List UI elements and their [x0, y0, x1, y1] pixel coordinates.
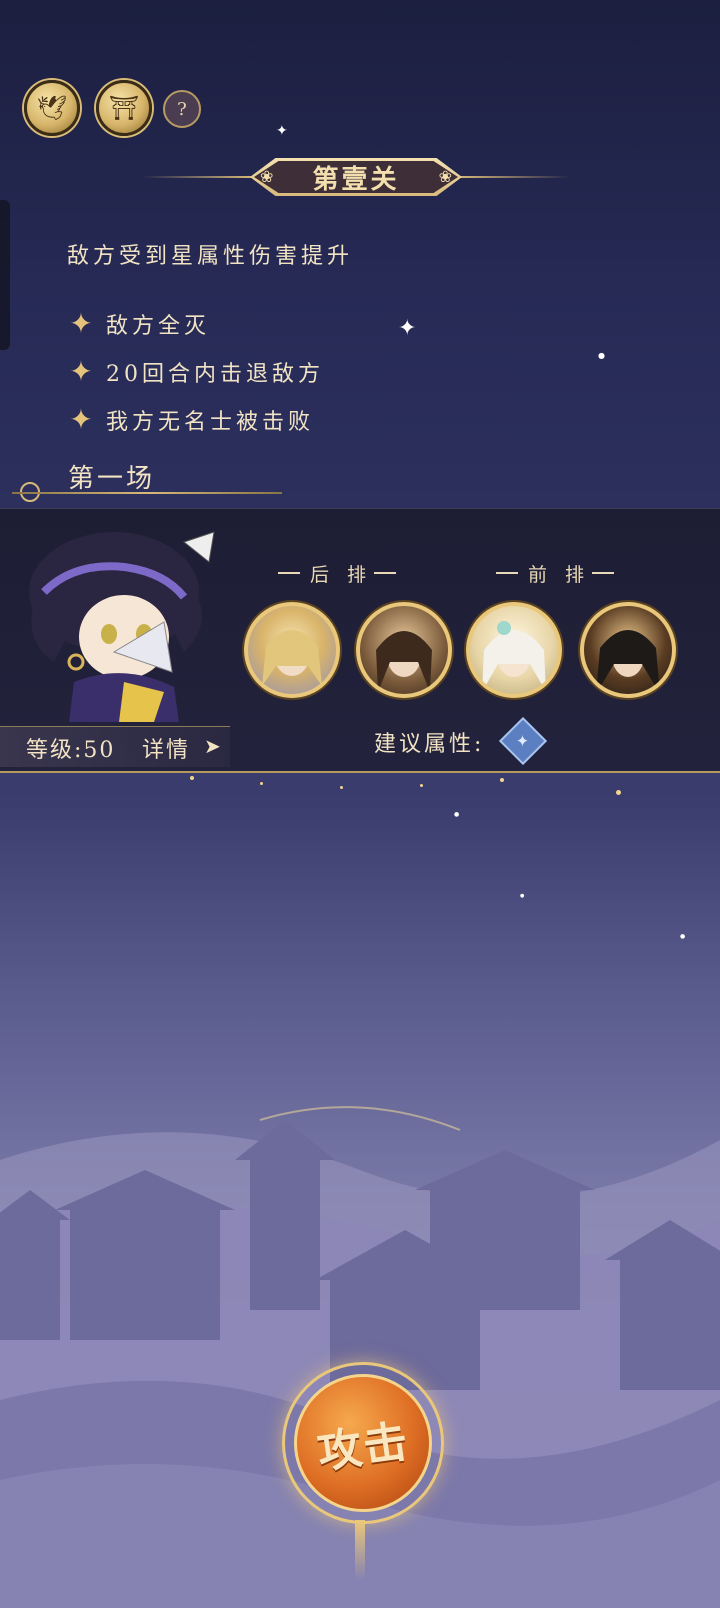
arrow-right-icon[interactable]: ➤: [204, 734, 221, 758]
enemy-portrait-front-2[interactable]: [580, 602, 676, 698]
enemy-level: 等级:50: [26, 738, 116, 763]
bird-emblem-icon: 🕊: [36, 94, 68, 122]
objective-item: ✦ 我方无名士被击败: [66, 404, 314, 436]
decorative-dot: [190, 776, 194, 780]
decorative-dot: [260, 782, 263, 785]
back-row-label: 后 排: [310, 564, 373, 586]
enemy-portrait-back-1[interactable]: [244, 602, 340, 698]
sparkle-star: ✦: [276, 123, 288, 139]
four-point-star-icon: ✦: [69, 307, 93, 340]
banner-line-left: [142, 176, 252, 178]
objective-text: 敌方全灭: [106, 314, 211, 339]
objective-text: 我方无名士被击败: [106, 410, 315, 435]
pavilion-icon: ⛩: [108, 94, 140, 122]
sparkle-star: ●: [520, 893, 525, 899]
detail-button[interactable]: 详情: [142, 732, 190, 764]
help-button[interactable]: ?: [163, 90, 201, 128]
objective-text: 20回合内击退敌方: [106, 362, 324, 387]
stage-title: 第壹关: [312, 164, 400, 195]
decorative-dot: [500, 778, 504, 782]
stage-banner: ❀ 第壹关 ❀: [250, 158, 462, 196]
divider: [12, 492, 282, 494]
help-icon: ?: [177, 98, 187, 120]
row-line: [496, 572, 518, 574]
pavilion-button[interactable]: ⛩: [96, 80, 152, 136]
decorative-dot: [340, 786, 343, 789]
sparkle-star: ●: [598, 351, 605, 360]
enemy-portrait-front-1[interactable]: [466, 602, 562, 698]
decorative-dot: [616, 790, 621, 795]
side-tab[interactable]: [0, 200, 10, 350]
bird-emblem-button[interactable]: 🕊: [24, 80, 80, 136]
decorative-dot: [420, 784, 423, 787]
row-line: [374, 572, 396, 574]
round-label: 第一场: [68, 464, 156, 494]
objective-item: ✦ 20回合内击退敌方: [66, 356, 324, 388]
sparkle-star: ✦: [398, 316, 417, 341]
front-row-label: 前 排: [528, 564, 591, 586]
four-point-star-icon: ✦: [69, 355, 93, 388]
flower-ornament-icon: ❀: [438, 167, 452, 186]
enemy-chibi-avatar[interactable]: [14, 522, 224, 722]
attack-pendant: [355, 1520, 365, 1580]
banner-line-right: [460, 176, 570, 178]
four-point-star-icon: ✦: [69, 403, 93, 436]
sparkle-star: ●: [680, 933, 686, 940]
attack-button[interactable]: 攻击: [294, 1374, 432, 1512]
suggested-attribute-label: 建议属性:: [374, 732, 485, 757]
sparkle-star: ●: [454, 811, 460, 818]
flower-ornament-icon: ❀: [260, 167, 274, 186]
attack-label: 攻击: [314, 1415, 413, 1480]
stage-description: 敌方受到星属性伤害提升: [67, 244, 354, 269]
objective-item: ✦ 敌方全灭: [66, 308, 210, 340]
row-line: [592, 572, 614, 574]
enemy-portrait-back-2[interactable]: [356, 602, 452, 698]
row-line: [278, 572, 300, 574]
